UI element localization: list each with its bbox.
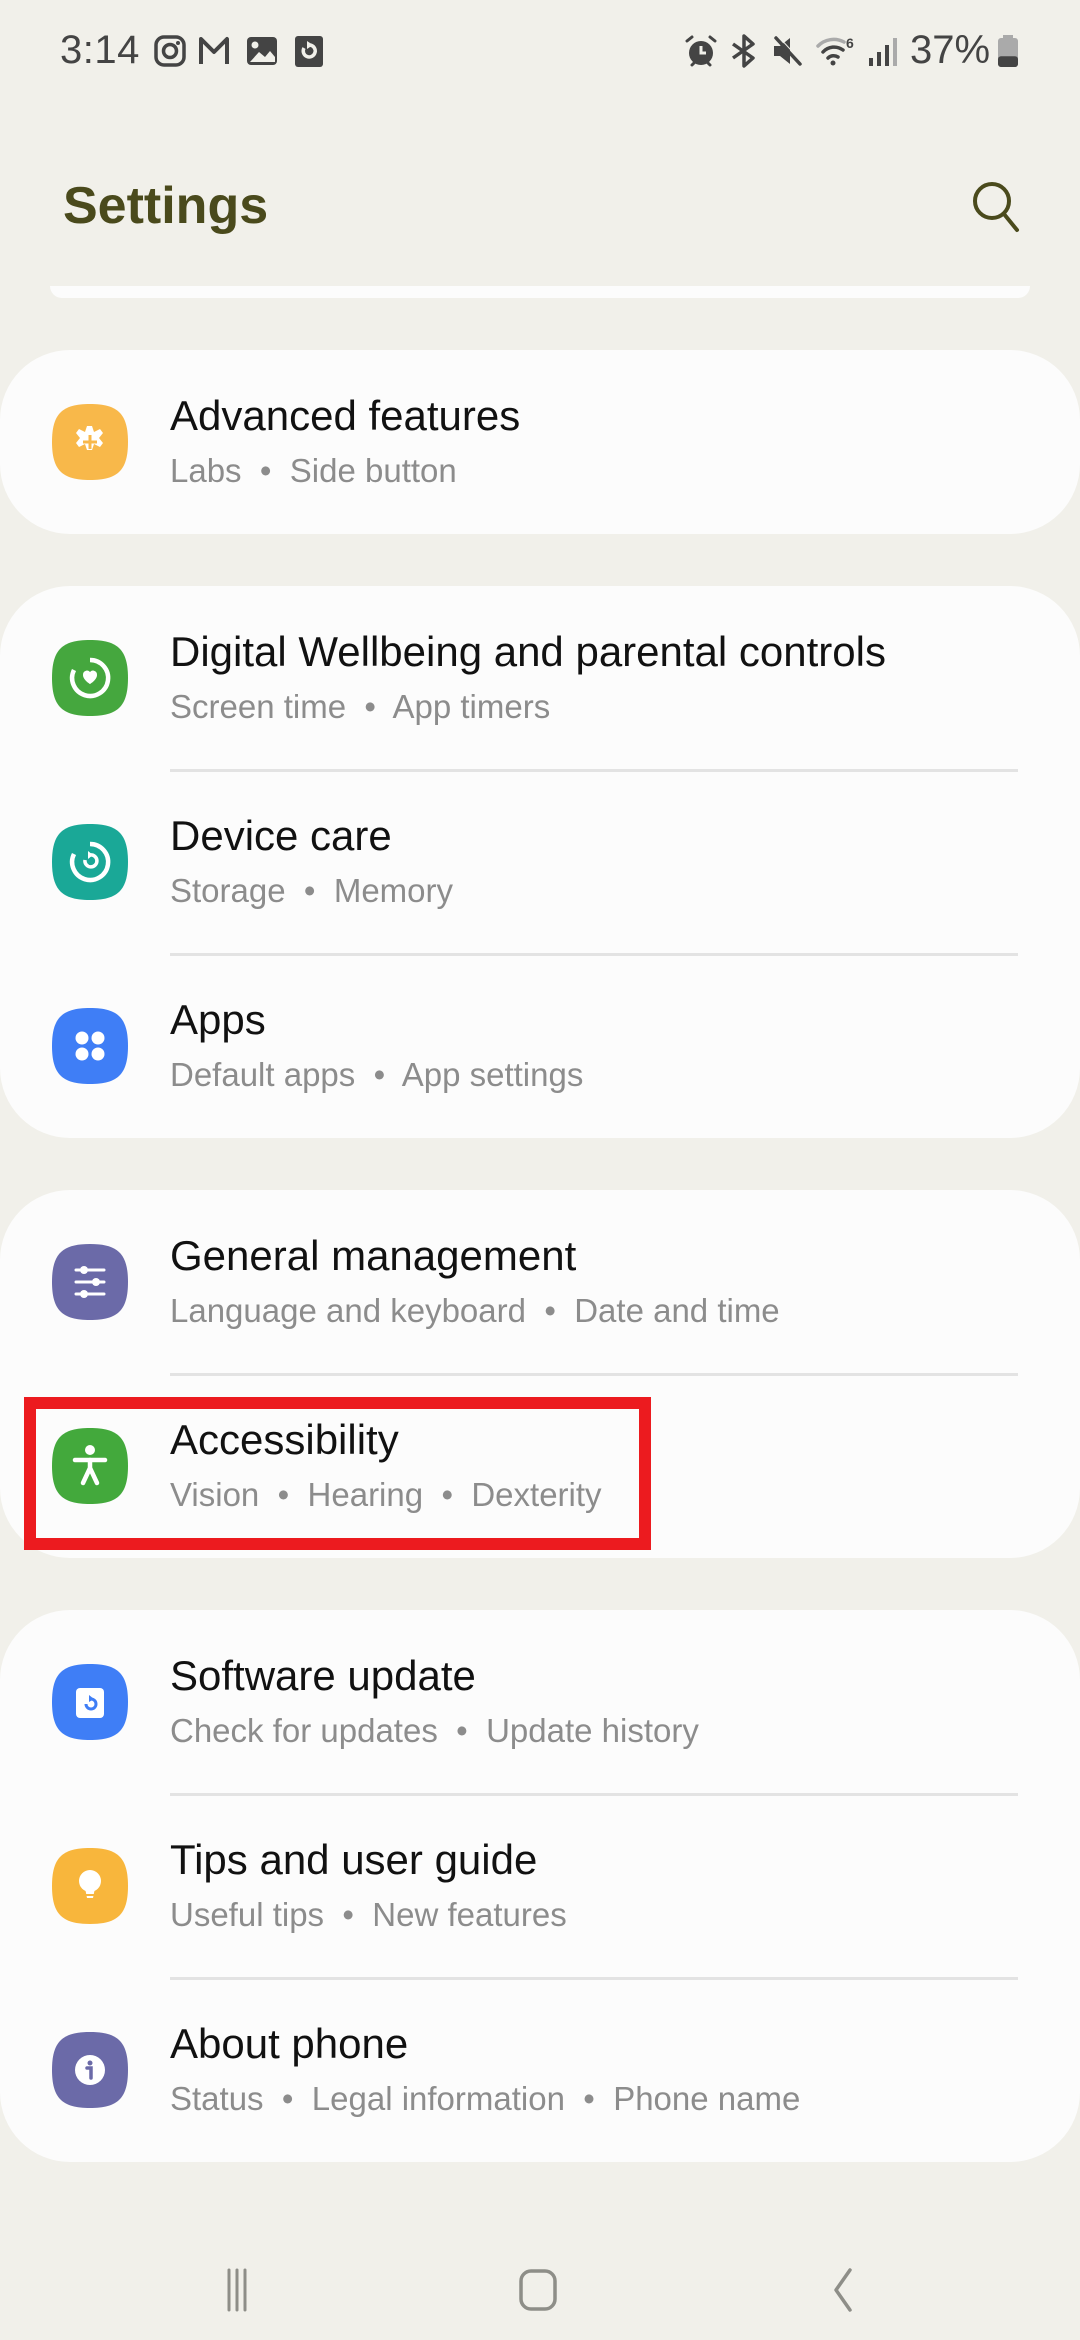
subtitle-part: Storage [170, 872, 286, 909]
digital-wellbeing-icon [52, 640, 128, 716]
settings-item-subtitle: Check for updates • Update history [170, 1712, 699, 1750]
settings-item-software-update[interactable]: Software update Check for updates • Updat… [0, 1610, 1080, 1794]
settings-item-title: Advanced features [170, 392, 521, 439]
subtitle-part: App timers [392, 688, 551, 725]
subtitle-part: App settings [401, 1056, 584, 1093]
settings-item-title: Software update [170, 1652, 476, 1699]
subtitle-part: Side button [289, 452, 457, 489]
subtitle-part: Memory [333, 872, 454, 909]
settings-group-card: Advanced features Labs • Side button [0, 350, 1080, 534]
alarm-icon [685, 35, 717, 67]
svg-text:6: 6 [846, 35, 854, 51]
mute-icon [774, 35, 803, 66]
highlight-annotation [24, 1397, 651, 1550]
back-icon [834, 2268, 852, 2312]
subtitle-separator: • [525, 1292, 575, 1329]
settings-item-subtitle: Labs • Side button [170, 452, 457, 490]
subtitle-separator: • [285, 872, 334, 909]
settings-item-device-care[interactable]: Device care Storage • Memory [0, 770, 1080, 954]
home-icon [519, 2269, 557, 2311]
settings-item-title: About phone [170, 2020, 409, 2067]
signal-icon [869, 38, 897, 66]
software-update-icon [52, 1664, 128, 1740]
gallery-icon [247, 37, 277, 65]
bluetooth-icon [731, 34, 755, 68]
settings-item-subtitle: Status • Legal information • Phone name [170, 2080, 800, 2118]
subtitle-part: Labs [170, 452, 242, 489]
settings-item-apps[interactable]: Apps Default apps • App settings [0, 954, 1080, 1138]
advanced-features-icon [52, 404, 128, 480]
settings-item-digital-wellbeing-and-parental-controls[interactable]: Digital Wellbeing and parental controls S… [0, 586, 1080, 770]
back-button[interactable] [797, 2250, 887, 2330]
subtitle-part: Date and time [574, 1292, 780, 1329]
subtitle-part: Language and keyboard [170, 1292, 526, 1329]
about-phone-icon [52, 2032, 128, 2108]
subtitle-part: Check for updates [170, 1712, 438, 1749]
subtitle-part: Default apps [170, 1056, 356, 1093]
subtitle-part: Update history [486, 1712, 699, 1749]
subtitle-separator: • [355, 1056, 402, 1093]
settings-item-title: Device care [170, 812, 392, 859]
status-time: 3:14 [60, 28, 140, 72]
battery-icon [998, 35, 1018, 67]
battery-percent: 37% [910, 28, 991, 72]
search-button[interactable] [965, 175, 1027, 237]
subtitle-separator: • [564, 2080, 614, 2117]
subtitle-part: Useful tips [170, 1896, 325, 1933]
settings-group-card: Software update Check for updates • Updat… [0, 1610, 1080, 2162]
subtitle-part: Legal information [311, 2080, 565, 2117]
recents-button[interactable] [192, 2250, 282, 2330]
subtitle-separator: • [346, 688, 393, 725]
instagram-icon [154, 35, 186, 67]
settings-item-subtitle: Storage • Memory [170, 872, 453, 910]
app-update-icon [295, 36, 323, 67]
settings-item-subtitle: Useful tips • New features [170, 1896, 567, 1934]
tips-icon [52, 1848, 128, 1924]
settings-item-advanced-features[interactable]: Advanced features Labs • Side button [0, 350, 1080, 534]
settings-item-title: Digital Wellbeing and parental controls [170, 628, 886, 675]
settings-item-about-phone[interactable]: About phone Status • Legal information • … [0, 1978, 1080, 2162]
navigation-bar [0, 2200, 1080, 2340]
settings-item-title: General management [170, 1232, 577, 1279]
home-button[interactable] [493, 2250, 583, 2330]
settings-item-subtitle: Screen time • App timers [170, 688, 550, 726]
search-icon [973, 182, 1019, 232]
general-management-icon [52, 1244, 128, 1320]
wifi-6-icon: 6 [816, 35, 854, 66]
subtitle-part: Status [170, 2080, 264, 2117]
settings-item-general-management[interactable]: General management Language and keyboard … [0, 1190, 1080, 1374]
subtitle-part: Screen time [170, 688, 347, 725]
apps-icon [52, 1008, 128, 1084]
subtitle-separator: • [437, 1712, 487, 1749]
device-care-icon [52, 824, 128, 900]
settings-item-subtitle: Default apps • App settings [170, 1056, 583, 1094]
previous-card-edge [50, 286, 1030, 298]
settings-item-title: Apps [170, 996, 266, 1043]
subtitle-part: Phone name [613, 2080, 801, 2117]
settings-item-subtitle: Language and keyboard • Date and time [170, 1292, 780, 1330]
page-title: Settings [63, 177, 269, 235]
subtitle-part: New features [372, 1896, 567, 1933]
subtitle-separator: • [324, 1896, 373, 1933]
recents-icon [227, 2268, 247, 2312]
subtitle-separator: • [263, 2080, 312, 2117]
settings-item-title: Tips and user guide [170, 1836, 538, 1883]
status-bar: 3:14 6 37% [0, 0, 1080, 110]
gmail-icon [199, 37, 229, 64]
settings-group-card: Digital Wellbeing and parental controls S… [0, 586, 1080, 1138]
settings-item-tips-and-user-guide[interactable]: Tips and user guide Useful tips • New fea… [0, 1794, 1080, 1978]
subtitle-separator: • [241, 452, 290, 489]
